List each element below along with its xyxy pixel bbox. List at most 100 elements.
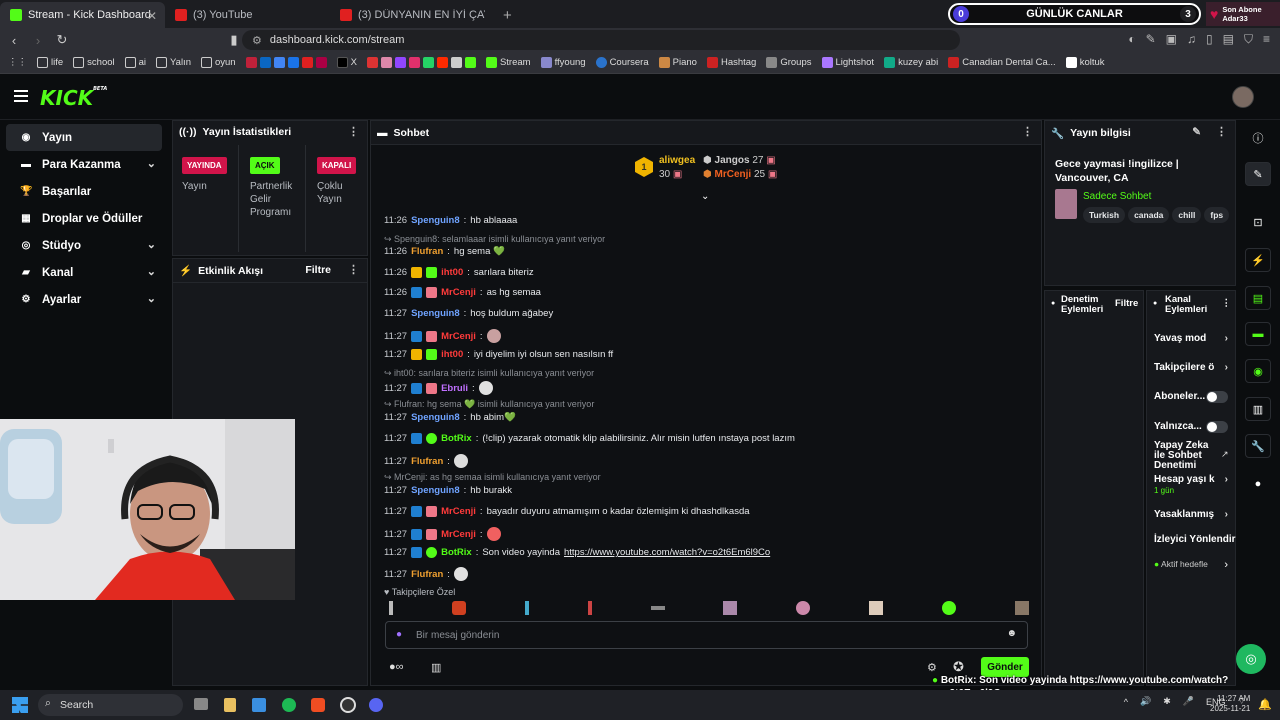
bookmark-coursera[interactable]: Coursera xyxy=(595,57,649,68)
taskbar-search[interactable]: ⌕ Search xyxy=(38,694,183,716)
more-options-icon[interactable]: ⋮ xyxy=(348,263,359,276)
leader-name[interactable]: aliwgea xyxy=(659,155,695,166)
address-bar[interactable]: ⚙ dashboard.kick.com/stream xyxy=(242,30,960,50)
menu-icon[interactable] xyxy=(14,90,28,102)
avatar[interactable] xyxy=(1232,86,1254,108)
chat-message[interactable]: 11:26 Spenguin8: hb ablaaaa xyxy=(384,215,517,226)
edit-icon[interactable]: ✎ xyxy=(1192,126,1201,138)
message-link[interactable]: https://www.youtube.com/watch?v=o2t6Em6l… xyxy=(564,547,770,558)
message-username[interactable]: iht00 xyxy=(441,349,463,360)
more-options-icon[interactable]: ⋮ xyxy=(1222,299,1232,309)
sidebar-item-para-kazanma[interactable]: ▬ Para Kazanma ⌄ xyxy=(6,151,162,178)
chat-message[interactable]: 11:27 BotRix: Son video yayinda https://ww… xyxy=(384,547,770,558)
bookmark-ai[interactable]: ai xyxy=(124,57,146,68)
ai-moderation-row[interactable]: Yapay Zeka ile Sohbet Denetimi xyxy=(1154,441,1214,471)
extension-icon[interactable]: ◐ xyxy=(1128,32,1135,47)
forward-icon[interactable]: › xyxy=(28,33,48,48)
chevron-up-icon[interactable]: ^ xyxy=(1124,697,1128,707)
tag[interactable]: canada xyxy=(1128,207,1170,223)
filter-button[interactable]: Filtre xyxy=(1115,299,1138,309)
chat-message[interactable]: 11:27 iht00: iyi diyelim iyi olsun sen nas… xyxy=(384,349,613,360)
obs-icon[interactable] xyxy=(340,697,356,713)
bookmark-life[interactable]: life xyxy=(37,57,63,68)
message-username[interactable]: Spenguin8 xyxy=(411,485,460,496)
followers-only-row[interactable]: Takipçilere ö › xyxy=(1154,362,1230,373)
bookmark-groups[interactable]: Groups xyxy=(766,57,812,68)
wrench-icon[interactable]: 🔧 xyxy=(1245,434,1271,458)
notification-icon[interactable]: 🔔 xyxy=(1258,698,1272,711)
new-tab-button[interactable]: + xyxy=(495,2,520,28)
spotify-icon[interactable] xyxy=(282,698,296,712)
message-username[interactable]: Flufran xyxy=(411,246,443,257)
close-tab-icon[interactable]: ✕ xyxy=(147,9,157,23)
lightning-icon[interactable]: ⚡ xyxy=(1245,248,1271,272)
chat-message[interactable]: 11:27 Ebruli: xyxy=(384,381,493,395)
site-info-icon[interactable]: ⚙ xyxy=(252,34,262,47)
toggle-switch[interactable] xyxy=(1206,391,1228,403)
chat-message[interactable]: 11:27 Flufran: xyxy=(384,454,468,468)
sidebar-item-droplar[interactable]: ▦ Droplar ve Ödüller xyxy=(6,205,162,232)
microphone-icon[interactable]: ● xyxy=(396,629,402,640)
info-icon[interactable]: ⓘ xyxy=(1245,126,1271,150)
notes-icon[interactable]: ▤ xyxy=(1245,286,1271,310)
kick-logo[interactable]: KICKBETA xyxy=(40,86,107,110)
bookmark-yalin[interactable]: Yalın xyxy=(156,57,191,68)
chat-message[interactable]: 11:27 BotRix: (!clip) yazarak otomatik kli… xyxy=(384,433,795,444)
sidebar-item-studyo[interactable]: ◎ Stüdyo ⌄ xyxy=(6,232,162,259)
bookmark-icon[interactable]: ▮ xyxy=(224,32,244,48)
extension-icon[interactable]: ▣ xyxy=(1166,32,1177,47)
taskbar-app-icon[interactable] xyxy=(224,698,236,712)
bookmark-koltuk[interactable]: koltuk xyxy=(1065,57,1105,68)
chat-message[interactable]: 11:27 Flufran: xyxy=(384,567,468,581)
category-name[interactable]: Sadece Sohbet xyxy=(1083,191,1151,202)
target-icon[interactable]: ⊡ xyxy=(1245,210,1271,234)
raid-row[interactable]: İzleyici Yönlendir xyxy=(1154,534,1236,545)
broadcast-icon[interactable]: ◉ xyxy=(1245,359,1271,383)
chat-message[interactable]: 11:27 Spenguin8: hb burakk xyxy=(384,485,512,496)
emoji-icon[interactable]: ☻ xyxy=(1006,628,1017,639)
sidebar-item-yayin[interactable]: ◉ Yayın xyxy=(6,124,162,151)
taskbar-app-icon[interactable] xyxy=(194,698,208,710)
tag[interactable]: fps xyxy=(1204,207,1230,223)
message-username[interactable]: Spenguin8 xyxy=(411,412,460,423)
emotes-only-row[interactable]: Yalnızca... xyxy=(1154,421,1230,433)
bookmark-stream[interactable]: Stream xyxy=(485,57,531,68)
store-icon[interactable]: ▥ xyxy=(431,661,441,674)
menu-icon[interactable]: ≡ xyxy=(1263,32,1270,47)
tab-youtube-video[interactable]: (3) DÜNYANIN EN İYİ ÇAY MAKİNESİ xyxy=(330,2,495,28)
chat-message[interactable]: 11:26 MrCenji: as hg semaa xyxy=(384,287,541,298)
taskbar-app-icon[interactable] xyxy=(252,698,266,712)
more-options-icon[interactable]: ⋮ xyxy=(1216,125,1227,138)
message-username[interactable]: MrCenji xyxy=(441,287,476,298)
message-username[interactable]: Spenguin8 xyxy=(411,215,460,226)
extension-icon[interactable]: ✎ xyxy=(1146,32,1156,47)
external-link-icon[interactable]: ↗ xyxy=(1221,449,1229,460)
filter-button[interactable]: Filtre xyxy=(305,264,331,276)
brave-icon[interactable] xyxy=(311,698,325,712)
edit-icon[interactable]: ✎ xyxy=(1245,162,1271,186)
tab-youtube[interactable]: (3) YouTube xyxy=(165,2,330,28)
account-age-row[interactable]: Hesap yaşı k › xyxy=(1154,474,1230,485)
layout-icon[interactable]: ▥ xyxy=(1245,397,1271,421)
chat-message[interactable]: 11:26 iht00: sarılara biteriz xyxy=(384,267,534,278)
bookmark-icon-group[interactable] xyxy=(245,57,327,68)
chat-message[interactable]: 11:26 Flufran: hg sema 💚 xyxy=(384,246,505,257)
bookmark-x[interactable]: X xyxy=(336,57,357,68)
back-icon[interactable]: ‹ xyxy=(4,33,24,48)
message-username[interactable]: Flufran xyxy=(411,569,443,580)
tag[interactable]: chill xyxy=(1172,207,1202,223)
bookmark-lightshot[interactable]: Lightshot xyxy=(821,57,874,68)
scroll-indicator-icon[interactable]: ⌄ xyxy=(701,191,709,202)
chat-message[interactable]: 11:27 MrCenji: xyxy=(384,527,501,541)
clock[interactable]: 11:27 AM 2025-11-21 xyxy=(1210,694,1250,714)
toggle-switch[interactable] xyxy=(1206,421,1228,433)
wallet-icon[interactable]: ▤ xyxy=(1223,32,1234,47)
windows-start-icon[interactable] xyxy=(12,697,28,713)
discord-icon[interactable] xyxy=(369,698,383,712)
bookmark-hashtag[interactable]: Hashtag xyxy=(706,57,756,68)
reload-icon[interactable]: ↻ xyxy=(52,32,72,48)
chat-message[interactable]: 11:27 MrCenji: xyxy=(384,329,501,343)
tag[interactable]: Turkish xyxy=(1083,207,1126,223)
more-options-icon[interactable]: ⋮ xyxy=(1022,125,1033,138)
settings-icon[interactable]: ⚙ xyxy=(927,661,937,674)
